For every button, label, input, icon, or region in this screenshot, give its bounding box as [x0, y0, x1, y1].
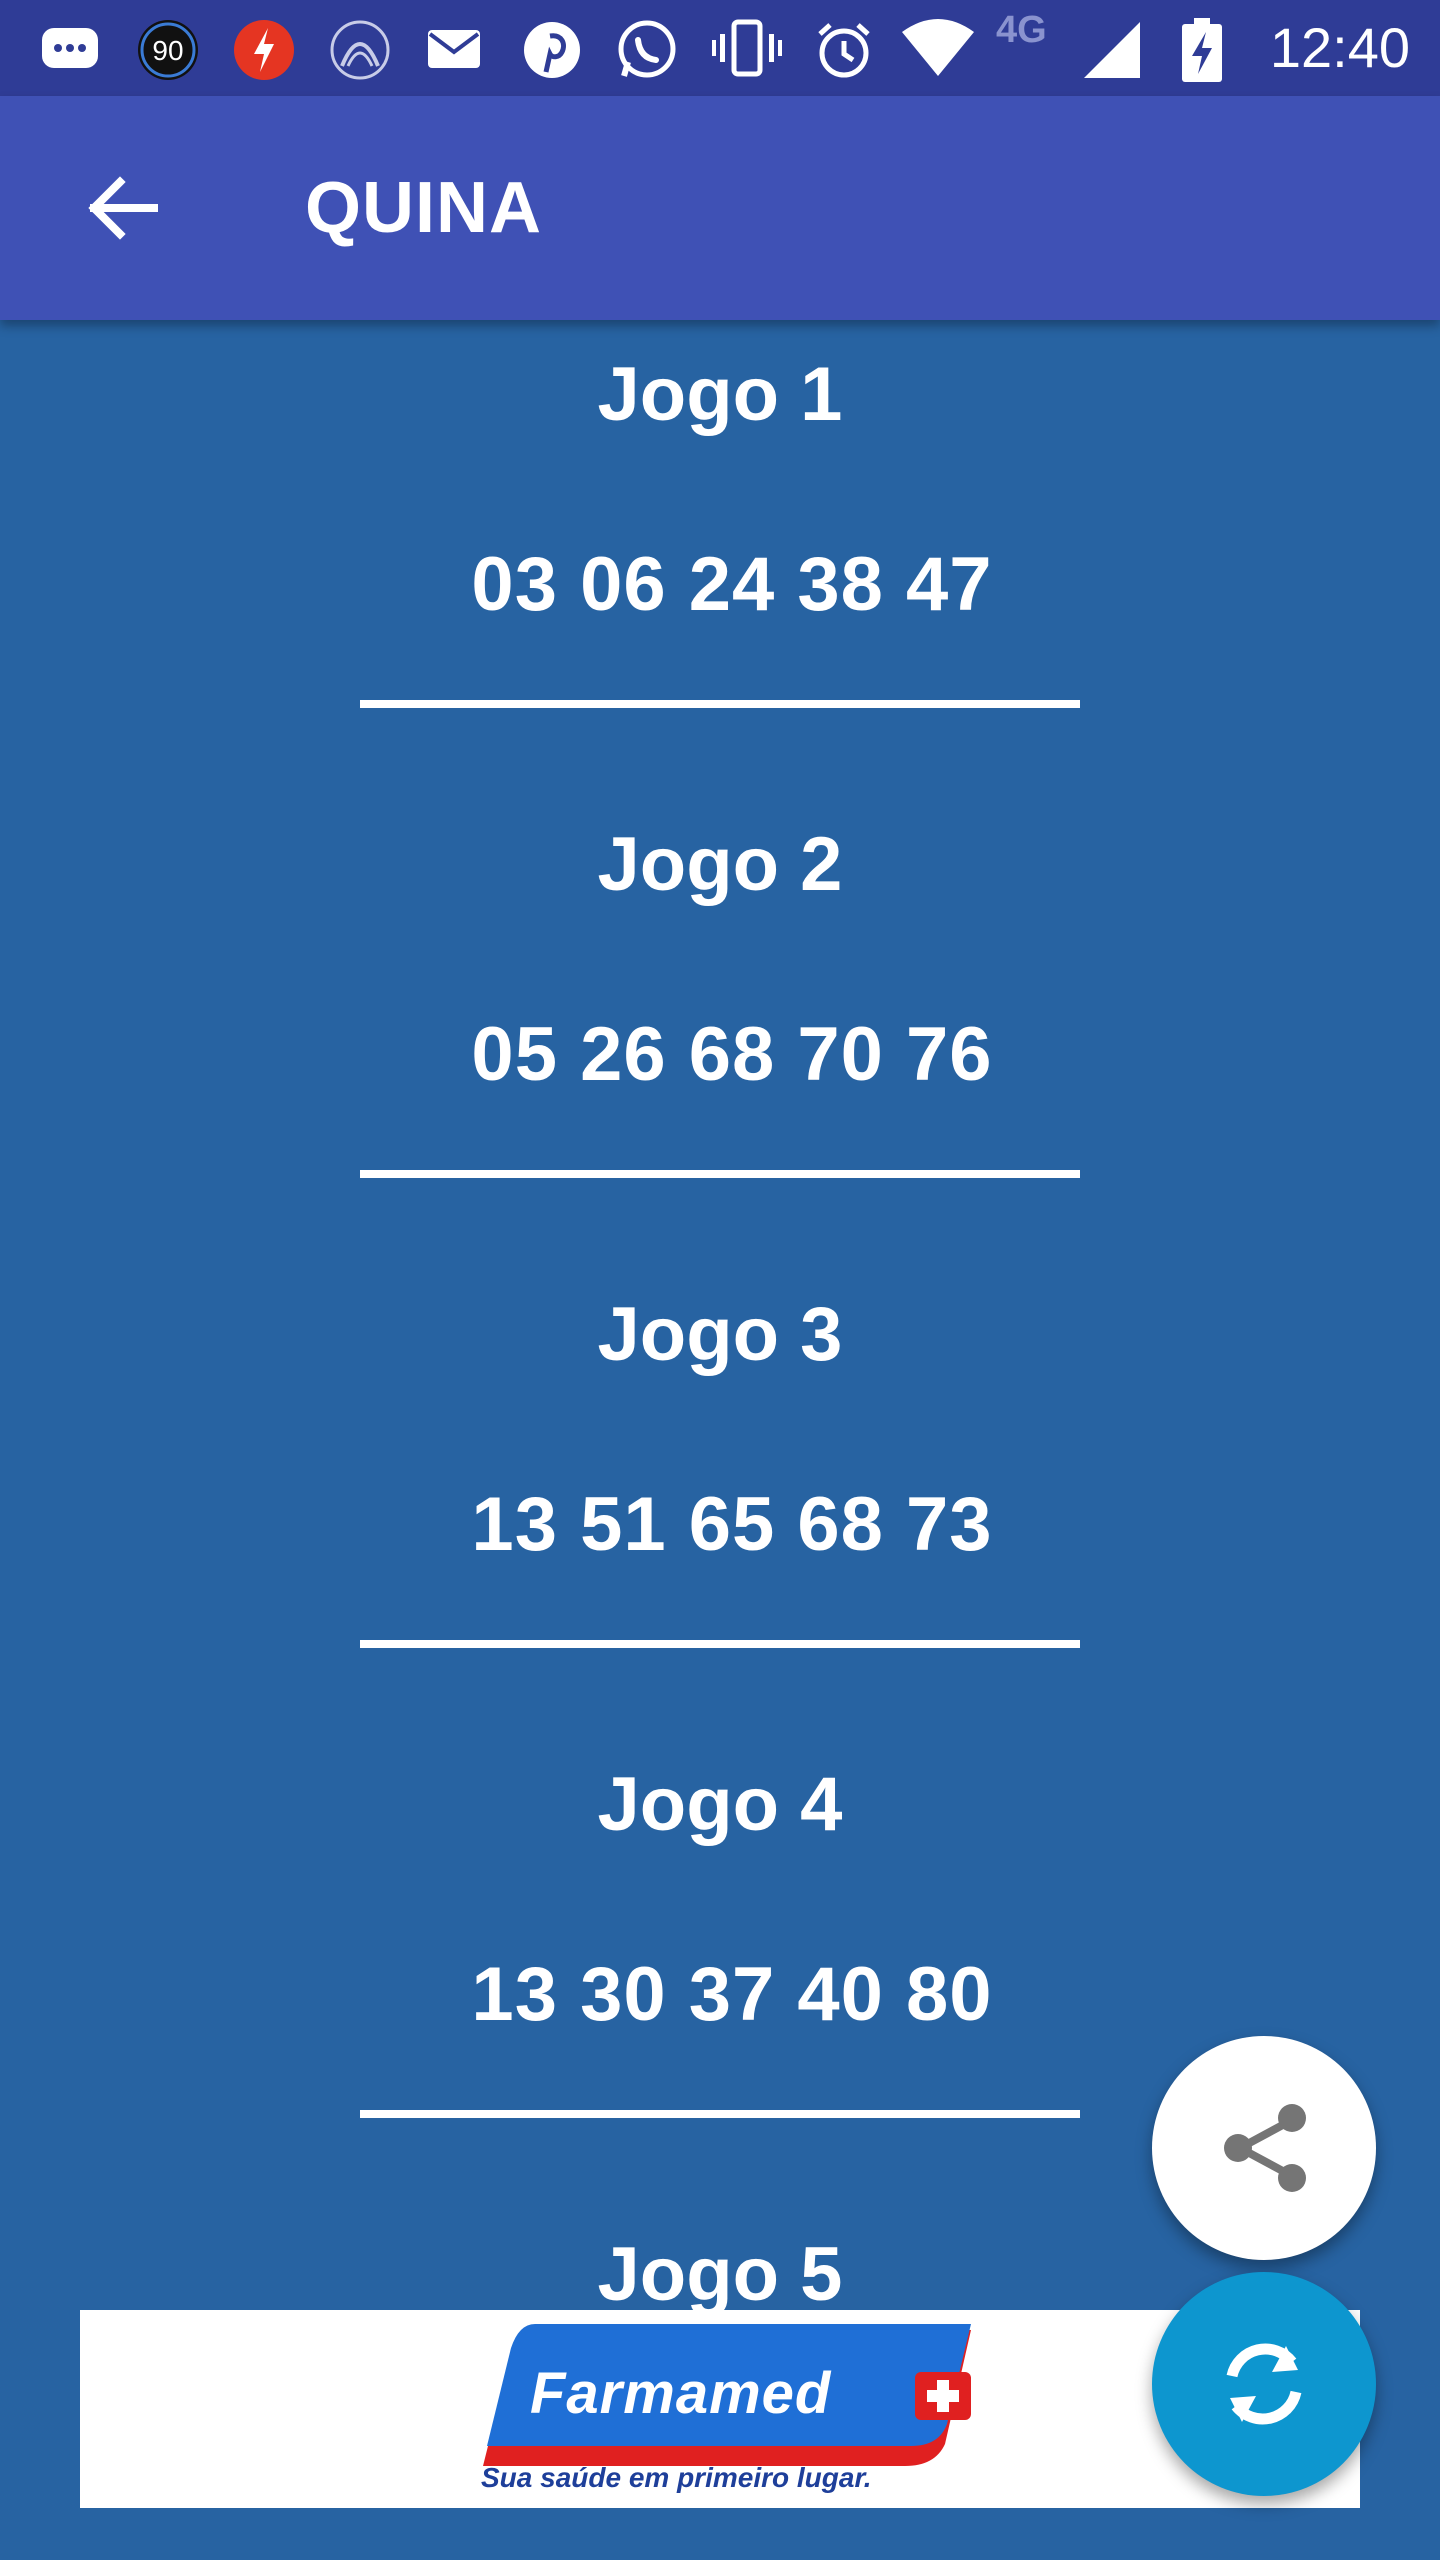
game-numbers: 13 51 65 68 73: [471, 1482, 993, 1567]
pinterest-icon: [520, 18, 580, 78]
game-numbers: 03 06 24 38 47: [471, 542, 993, 627]
divider: [360, 1170, 1080, 1178]
whatsapp-icon: [614, 18, 676, 78]
game-title: Jogo 1: [597, 352, 843, 437]
share-button[interactable]: [1152, 2036, 1376, 2260]
arrow-back-icon: [88, 176, 158, 240]
divider: [360, 1640, 1080, 1648]
ad-slogan: Sua saúde em primeiro lugar.: [481, 2462, 872, 2493]
network-4g-icon: 4G: [996, 10, 1066, 50]
refresh-button[interactable]: [1152, 2272, 1376, 2496]
network-4g-label: 4G: [996, 9, 1047, 51]
game-item: Jogo 3 13 51 65 68 73: [0, 1260, 1440, 1730]
flash-app-icon: [232, 18, 294, 80]
game-title: Jogo 3: [597, 1292, 843, 1377]
status-time: 12:40: [1269, 16, 1410, 79]
game-title: Jogo 2: [597, 822, 843, 907]
ad-logo: Farmamed Sua saúde em primeiro lugar.: [475, 2324, 1055, 2494]
app-bar: QUINA: [0, 96, 1440, 320]
refresh-icon: [1226, 2343, 1302, 2425]
messages-icon: [40, 18, 100, 78]
share-icon: [1224, 2104, 1306, 2192]
divider: [360, 700, 1080, 708]
game-item: Jogo 2 05 26 68 70 76: [0, 790, 1440, 1260]
wifi-icon: [900, 18, 976, 78]
divider: [360, 2110, 1080, 2118]
game-item: Jogo 1 03 06 24 38 47: [0, 320, 1440, 790]
ninety-badge-icon: 90: [136, 18, 198, 80]
game-numbers: 05 26 68 70 76: [471, 1012, 993, 1097]
page-title: QUINA: [305, 168, 542, 248]
back-button[interactable]: [56, 140, 192, 276]
alarm-icon: [812, 18, 872, 78]
signal-icon: [1080, 18, 1140, 78]
swiss-cross-icon: [915, 2372, 971, 2420]
battery-charging-icon: [1180, 18, 1224, 82]
status-bar: 90 4G 12:40: [0, 0, 1440, 96]
vibrate-icon: [712, 18, 782, 78]
ad-brand: Farmamed: [530, 2361, 832, 2426]
ninety-badge-text: 90: [152, 35, 183, 66]
arc-app-icon: [328, 18, 390, 80]
game-title: Jogo 4: [597, 1762, 843, 1847]
gmail-icon: [424, 18, 484, 78]
